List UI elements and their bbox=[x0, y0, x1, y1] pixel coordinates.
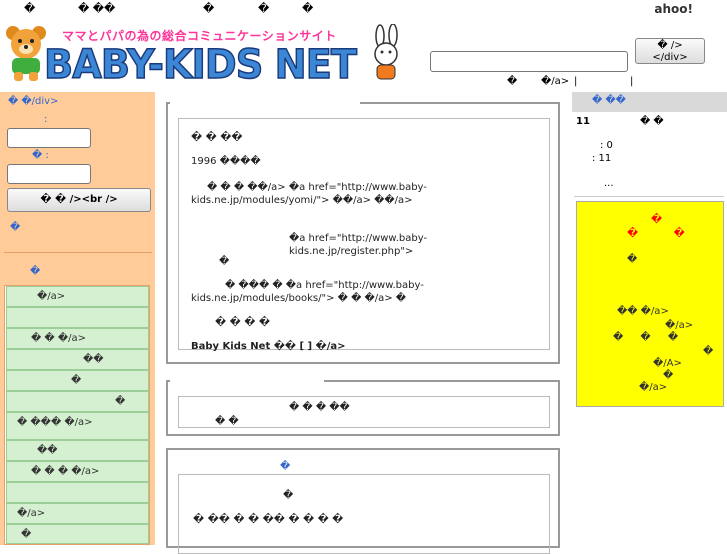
stat-value: : 11 bbox=[592, 153, 612, 164]
top-glyph: � bbox=[24, 2, 36, 15]
lower-panel-mark: � bbox=[280, 461, 291, 472]
news-panel: � � � �� � � bbox=[166, 379, 560, 436]
ad-line: � � � bbox=[613, 332, 679, 343]
brand-wordmark: BABY-KIDS NET bbox=[42, 40, 360, 93]
search-sub-link[interactable]: �/a> bbox=[541, 76, 569, 87]
sidebar-divider bbox=[4, 252, 152, 253]
menu-item[interactable]: � � �/a> bbox=[6, 328, 149, 349]
menu-item[interactable] bbox=[6, 307, 149, 328]
site-logo[interactable]: ママとパパの為の総合コミュニケーションサイト BABY-KIDS NET bbox=[0, 18, 410, 89]
intro-panel-body: � � �� 1996 ���� � � � ��/a> �a href="ht… bbox=[178, 118, 550, 352]
brand-wordmark-svg: BABY-KIDS NET bbox=[43, 41, 359, 89]
intro-line: kids.ne.jp/modules/books/"> � � �/a> � bbox=[191, 293, 407, 304]
intro-line: � � � ��/a> �a href="http://www.baby- bbox=[207, 182, 427, 193]
ad-line[interactable]: �� �/a> bbox=[617, 306, 669, 317]
search-button[interactable]: � /> </div> bbox=[635, 38, 705, 64]
login-password-label: � : bbox=[32, 150, 49, 161]
menu-item[interactable]: �� bbox=[6, 440, 149, 461]
ad-line[interactable]: �/A> bbox=[653, 358, 682, 369]
menu-item[interactable]: � bbox=[6, 370, 149, 391]
stat-marks: � � bbox=[640, 116, 664, 127]
right-sidebar-header: � �� bbox=[572, 92, 727, 112]
menu-title: � bbox=[30, 266, 41, 277]
intro-line: Baby Kids Net �� [ ] �/a> bbox=[191, 341, 346, 352]
menu-item[interactable] bbox=[6, 482, 149, 503]
ad-box[interactable]: � � � � �� �/a> �/a> � � � � �/A> � �/a> bbox=[576, 201, 724, 407]
lower-panel-body: � � �� � � �� � � � � bbox=[178, 474, 550, 554]
ad-line[interactable]: �/a> bbox=[639, 382, 667, 393]
news-panel-body: � � � �� � � bbox=[178, 396, 550, 428]
top-glyph: � �� bbox=[78, 2, 116, 15]
menu-item[interactable]: �� bbox=[6, 349, 149, 370]
news-line: � � bbox=[215, 416, 239, 427]
brand-text: BABY-KIDS NET bbox=[44, 42, 358, 84]
top-glyph: � bbox=[203, 2, 215, 15]
ad-line[interactable]: �/a> bbox=[665, 320, 693, 331]
more-link[interactable]: ... bbox=[604, 178, 614, 189]
lower-line: � bbox=[283, 490, 294, 501]
menu-item[interactable]: �/a> bbox=[6, 503, 149, 524]
intro-line: � bbox=[219, 256, 230, 267]
search-input[interactable] bbox=[430, 51, 628, 72]
ad-line: � bbox=[663, 370, 674, 381]
login-button[interactable]: � � /><br /> bbox=[7, 188, 151, 212]
main-content: � � �� 1996 ���� � � � ��/a> �a href="ht… bbox=[158, 92, 570, 554]
intro-panel: � � �� 1996 ���� � � � ��/a> �a href="ht… bbox=[166, 101, 560, 364]
search-sub-divider: | bbox=[630, 76, 634, 87]
main-menu: �/a> � � �/a> �� � � � ��� �/a> �� � � �… bbox=[4, 285, 150, 545]
login-link[interactable]: � bbox=[10, 222, 20, 233]
right-sidebar: � �� 11 � � : 0 : 11 ... � � � � �� �/a>… bbox=[572, 92, 727, 545]
yahoo-link[interactable]: ahoo! bbox=[654, 2, 693, 16]
intro-line: � � �� bbox=[191, 132, 243, 143]
login-id-field[interactable] bbox=[7, 128, 91, 148]
menu-item[interactable]: � � � �/a> bbox=[6, 461, 149, 482]
left-sidebar: � �/div> : � : � � /><br /> � � �/a> � �… bbox=[0, 92, 155, 545]
login-title: � �/div> bbox=[8, 96, 59, 107]
menu-item[interactable]: � ��� �/a> bbox=[6, 412, 149, 440]
stat-value: : 0 bbox=[600, 140, 613, 151]
menu-item[interactable]: �/a> bbox=[6, 286, 149, 307]
right-divider bbox=[574, 196, 724, 197]
stat-title: 11 bbox=[576, 116, 590, 127]
top-glyph: � bbox=[258, 2, 270, 15]
ad-line: � bbox=[651, 214, 663, 225]
login-id-label: : bbox=[44, 114, 48, 125]
intro-line: 1996 ���� bbox=[191, 156, 261, 167]
login-password-field[interactable] bbox=[7, 164, 91, 184]
ad-line: � bbox=[703, 346, 714, 357]
lower-line: � �� � � �� � � � � bbox=[193, 514, 344, 525]
ad-line: � � bbox=[627, 228, 685, 239]
intro-line: � ��� � �a href="http://www.baby- bbox=[225, 280, 424, 291]
rabbit-mascot-icon bbox=[374, 24, 398, 80]
lower-panel: � � � �� � � �� � � � � bbox=[166, 448, 560, 554]
panel-tab bbox=[170, 379, 324, 385]
menu-item[interactable]: � bbox=[6, 524, 149, 544]
top-bar: � � �� � � � ahoo! bbox=[0, 0, 727, 18]
panel-tab bbox=[170, 101, 360, 107]
search-sub-glyph: � bbox=[507, 76, 518, 87]
ad-line: � bbox=[627, 254, 638, 265]
intro-line: kids.ne.jp/modules/yomi/"> ��/a> ��/a> bbox=[191, 195, 413, 206]
intro-line: �a href="http://www.baby-kids.ne.jp/regi… bbox=[289, 233, 428, 257]
search-button-label: � /> </div> bbox=[652, 40, 688, 63]
search-sub-divider: | bbox=[574, 76, 578, 87]
top-glyph: � bbox=[302, 2, 314, 15]
intro-line: � � � � bbox=[215, 317, 270, 328]
news-line: � � � �� bbox=[289, 402, 350, 413]
menu-item[interactable]: � bbox=[6, 391, 149, 412]
